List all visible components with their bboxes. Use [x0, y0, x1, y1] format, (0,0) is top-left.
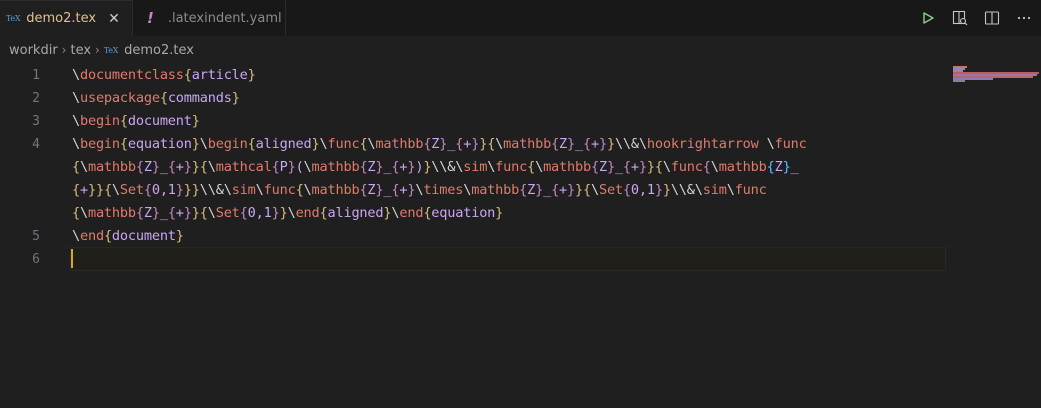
breadcrumb-tex[interactable]: tex	[70, 43, 91, 58]
breadcrumb-separator: ›	[95, 43, 100, 57]
tab-label: demo2.tex	[26, 11, 97, 26]
text-cursor	[71, 249, 73, 268]
line-number: 3	[32, 114, 40, 129]
code-line: \begin{document}	[72, 113, 200, 129]
line-number: 2	[32, 91, 40, 106]
code-line: \documentclass{article}	[72, 67, 256, 83]
code-line: {+}}{\Set{0,1}}}\\&\sim\func{\mathbb{Z}_…	[72, 182, 767, 198]
breadcrumb-file[interactable]: demo2.tex	[124, 43, 194, 58]
editor-window: TeX demo2.tex ✕ ! .latexindent.yaml work…	[0, 0, 1041, 408]
exclamation-icon: !	[147, 9, 154, 27]
editor-actions	[919, 0, 1041, 36]
code-line: \end{document}	[72, 228, 184, 244]
run-icon[interactable]	[919, 9, 937, 27]
minimap-line	[953, 80, 965, 82]
minimap[interactable]	[953, 66, 1041, 82]
breadcrumb: workdir › tex › TeX demo2.tex	[0, 36, 1041, 64]
split-editor-icon[interactable]	[983, 9, 1001, 27]
line-number: 1	[32, 68, 40, 83]
tab-label: .latexindent.yaml	[167, 10, 282, 26]
tab-demo2-tex[interactable]: TeX demo2.tex ✕	[0, 0, 132, 36]
breadcrumb-separator: ›	[61, 43, 67, 57]
line-number: 4	[32, 137, 40, 152]
tab-bar: TeX demo2.tex ✕ ! .latexindent.yaml	[0, 0, 1041, 36]
line-number: 5	[32, 229, 40, 244]
preview-icon[interactable]	[951, 9, 969, 27]
tex-icon: TeX	[6, 14, 21, 23]
close-icon[interactable]: ✕	[106, 11, 122, 27]
code-line: {\mathbb{Z}_{+}}{\mathcal{P}(\mathbb{Z}_…	[72, 159, 799, 175]
more-actions-icon[interactable]	[1015, 9, 1033, 27]
line-number: 6	[32, 252, 40, 267]
breadcrumb-workdir[interactable]: workdir	[9, 43, 58, 58]
code-line: {\mathbb{Z}_{+}}{\Set{0,1}}\end{aligned}…	[72, 205, 504, 221]
code-line: \begin{equation}\begin{aligned}\func{\ma…	[72, 136, 807, 152]
current-line-highlight	[70, 247, 946, 271]
tab-latexindent-yaml[interactable]: ! .latexindent.yaml	[132, 0, 286, 36]
code-editor[interactable]: 1 2 3 4 5 6 \documentclass{article} \use…	[0, 64, 1041, 408]
code-line: \usepackage{commands}	[72, 90, 240, 106]
tex-icon: TeX	[103, 45, 119, 55]
